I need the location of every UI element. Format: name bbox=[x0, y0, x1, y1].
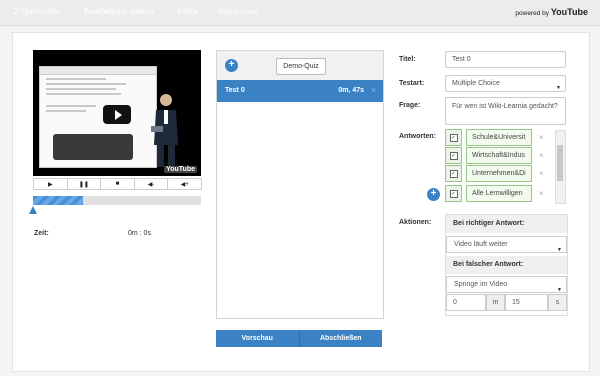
jump-minutes-input[interactable]: 0 bbox=[446, 294, 486, 311]
add-answer-button[interactable]: + bbox=[427, 188, 440, 201]
title-label: Titel: bbox=[399, 56, 416, 63]
quiz-action-buttons: Vorschau Abschließen bbox=[216, 330, 382, 347]
video-progress-fill bbox=[33, 196, 84, 205]
wrong-action-value: Springe im Video bbox=[454, 281, 508, 288]
scrollbar-thumb[interactable] bbox=[557, 145, 563, 181]
answer-checkbox[interactable]: ✓ bbox=[445, 165, 462, 182]
quiz-list: + Demo-Quiz Test 0 0m, 47s × bbox=[216, 50, 384, 319]
keyboard-graphic bbox=[53, 134, 133, 160]
stop-icon[interactable]: ■ bbox=[100, 178, 135, 190]
finish-button[interactable]: Abschließen bbox=[298, 330, 382, 347]
delete-answer-icon[interactable]: × bbox=[539, 133, 544, 142]
powered-by-youtube-logo: powered by YouTube bbox=[515, 7, 588, 17]
presenter-figure bbox=[151, 94, 178, 167]
video-controls: ▶ ❚❚ ■ ◀- ◀+ bbox=[33, 178, 202, 190]
play-icon[interactable]: ▶ bbox=[33, 178, 68, 190]
quiz-list-item[interactable]: Test 0 0m, 47s × bbox=[217, 80, 383, 102]
answer-checkbox[interactable]: ✓ bbox=[445, 185, 462, 202]
youtube-watermark: YouTube bbox=[164, 166, 197, 173]
pause-icon[interactable]: ❚❚ bbox=[66, 178, 102, 190]
preview-button[interactable]: Vorschau bbox=[216, 330, 299, 347]
type-select[interactable]: Multiple Choice ▼ bbox=[445, 75, 566, 92]
answer-input[interactable]: Unternehmen&Di bbox=[466, 165, 532, 182]
quiz-item-time: 0m, 47s bbox=[338, 87, 364, 94]
answer-checkbox[interactable]: ✓ bbox=[445, 129, 462, 146]
question-textarea[interactable]: Für wen ist Wiki-Learnia gedacht? bbox=[445, 97, 566, 125]
wrong-answer-header: Bei falscher Antwort: bbox=[446, 256, 567, 274]
nav-item-quizmaker[interactable]: Z-Quizmaker bbox=[14, 7, 60, 16]
answers-label: Antworten: bbox=[399, 133, 436, 140]
video-play-icon[interactable] bbox=[103, 105, 131, 124]
delete-answer-icon[interactable]: × bbox=[539, 169, 544, 178]
answer-input[interactable]: Alle Lernwilligen bbox=[466, 185, 532, 202]
nav-item-editor[interactable]: Editor bbox=[177, 7, 198, 16]
delete-quiz-icon[interactable]: × bbox=[371, 86, 376, 95]
correct-answer-header: Bei richtiger Antwort: bbox=[446, 215, 567, 233]
video-player[interactable]: YouTube bbox=[33, 50, 201, 176]
actions-label: Aktionen: bbox=[399, 219, 432, 226]
volume-down-icon[interactable]: ◀- bbox=[133, 178, 169, 190]
question-label: Frage: bbox=[399, 102, 421, 109]
actions-box: Bei richtiger Antwort: Video läuft weite… bbox=[445, 214, 568, 316]
jump-seconds-input[interactable]: 15 bbox=[505, 294, 548, 311]
demo-quiz-button[interactable]: Demo-Quiz bbox=[276, 58, 326, 75]
seconds-unit: s bbox=[548, 294, 567, 311]
answer-checkbox[interactable]: ✓ bbox=[445, 147, 462, 164]
top-navbar: Z-Quizmaker Bearbeitung starten Editor I… bbox=[0, 0, 600, 26]
correct-action-value: Video läuft weiter bbox=[454, 241, 508, 248]
title-input[interactable]: Test 0 bbox=[445, 51, 566, 68]
quiz-item-title: Test 0 bbox=[225, 87, 245, 94]
answer-input[interactable]: Wirtschaft&Indus bbox=[466, 147, 532, 164]
answer-row: ✓ Alle Lernwilligen × bbox=[445, 185, 550, 202]
minutes-unit: m bbox=[486, 294, 505, 311]
nav-item-impressum[interactable]: Impressum bbox=[219, 7, 259, 16]
wrong-action-select[interactable]: Springe im Video ▼ bbox=[446, 276, 567, 293]
time-value: 0m : 0s bbox=[128, 230, 151, 237]
time-label: Zeit: bbox=[34, 230, 49, 237]
nav-item-bearbeitung[interactable]: Bearbeitung starten bbox=[84, 7, 154, 16]
chevron-down-icon: ▼ bbox=[556, 85, 561, 91]
type-label: Testart: bbox=[399, 80, 425, 87]
video-progress-bar[interactable] bbox=[33, 196, 201, 205]
delete-answer-icon[interactable]: × bbox=[539, 151, 544, 160]
answer-row: ✓ Unternehmen&Di × bbox=[445, 165, 550, 182]
answer-input[interactable]: Schule&Universit bbox=[466, 129, 532, 146]
add-quiz-button[interactable]: + bbox=[225, 59, 238, 72]
delete-answer-icon[interactable]: × bbox=[539, 189, 544, 198]
answer-row: ✓ Wirtschaft&Indus × bbox=[445, 147, 550, 164]
volume-up-icon[interactable]: ◀+ bbox=[167, 178, 202, 190]
answers-scrollbar[interactable] bbox=[555, 130, 566, 204]
answer-row: ✓ Schule&Universit × bbox=[445, 129, 550, 146]
quiz-list-header: + Demo-Quiz bbox=[217, 51, 383, 81]
correct-action-select[interactable]: Video läuft weiter ▼ bbox=[446, 236, 567, 253]
type-select-value: Multiple Choice bbox=[452, 80, 500, 87]
timeline-marker[interactable] bbox=[29, 206, 37, 214]
